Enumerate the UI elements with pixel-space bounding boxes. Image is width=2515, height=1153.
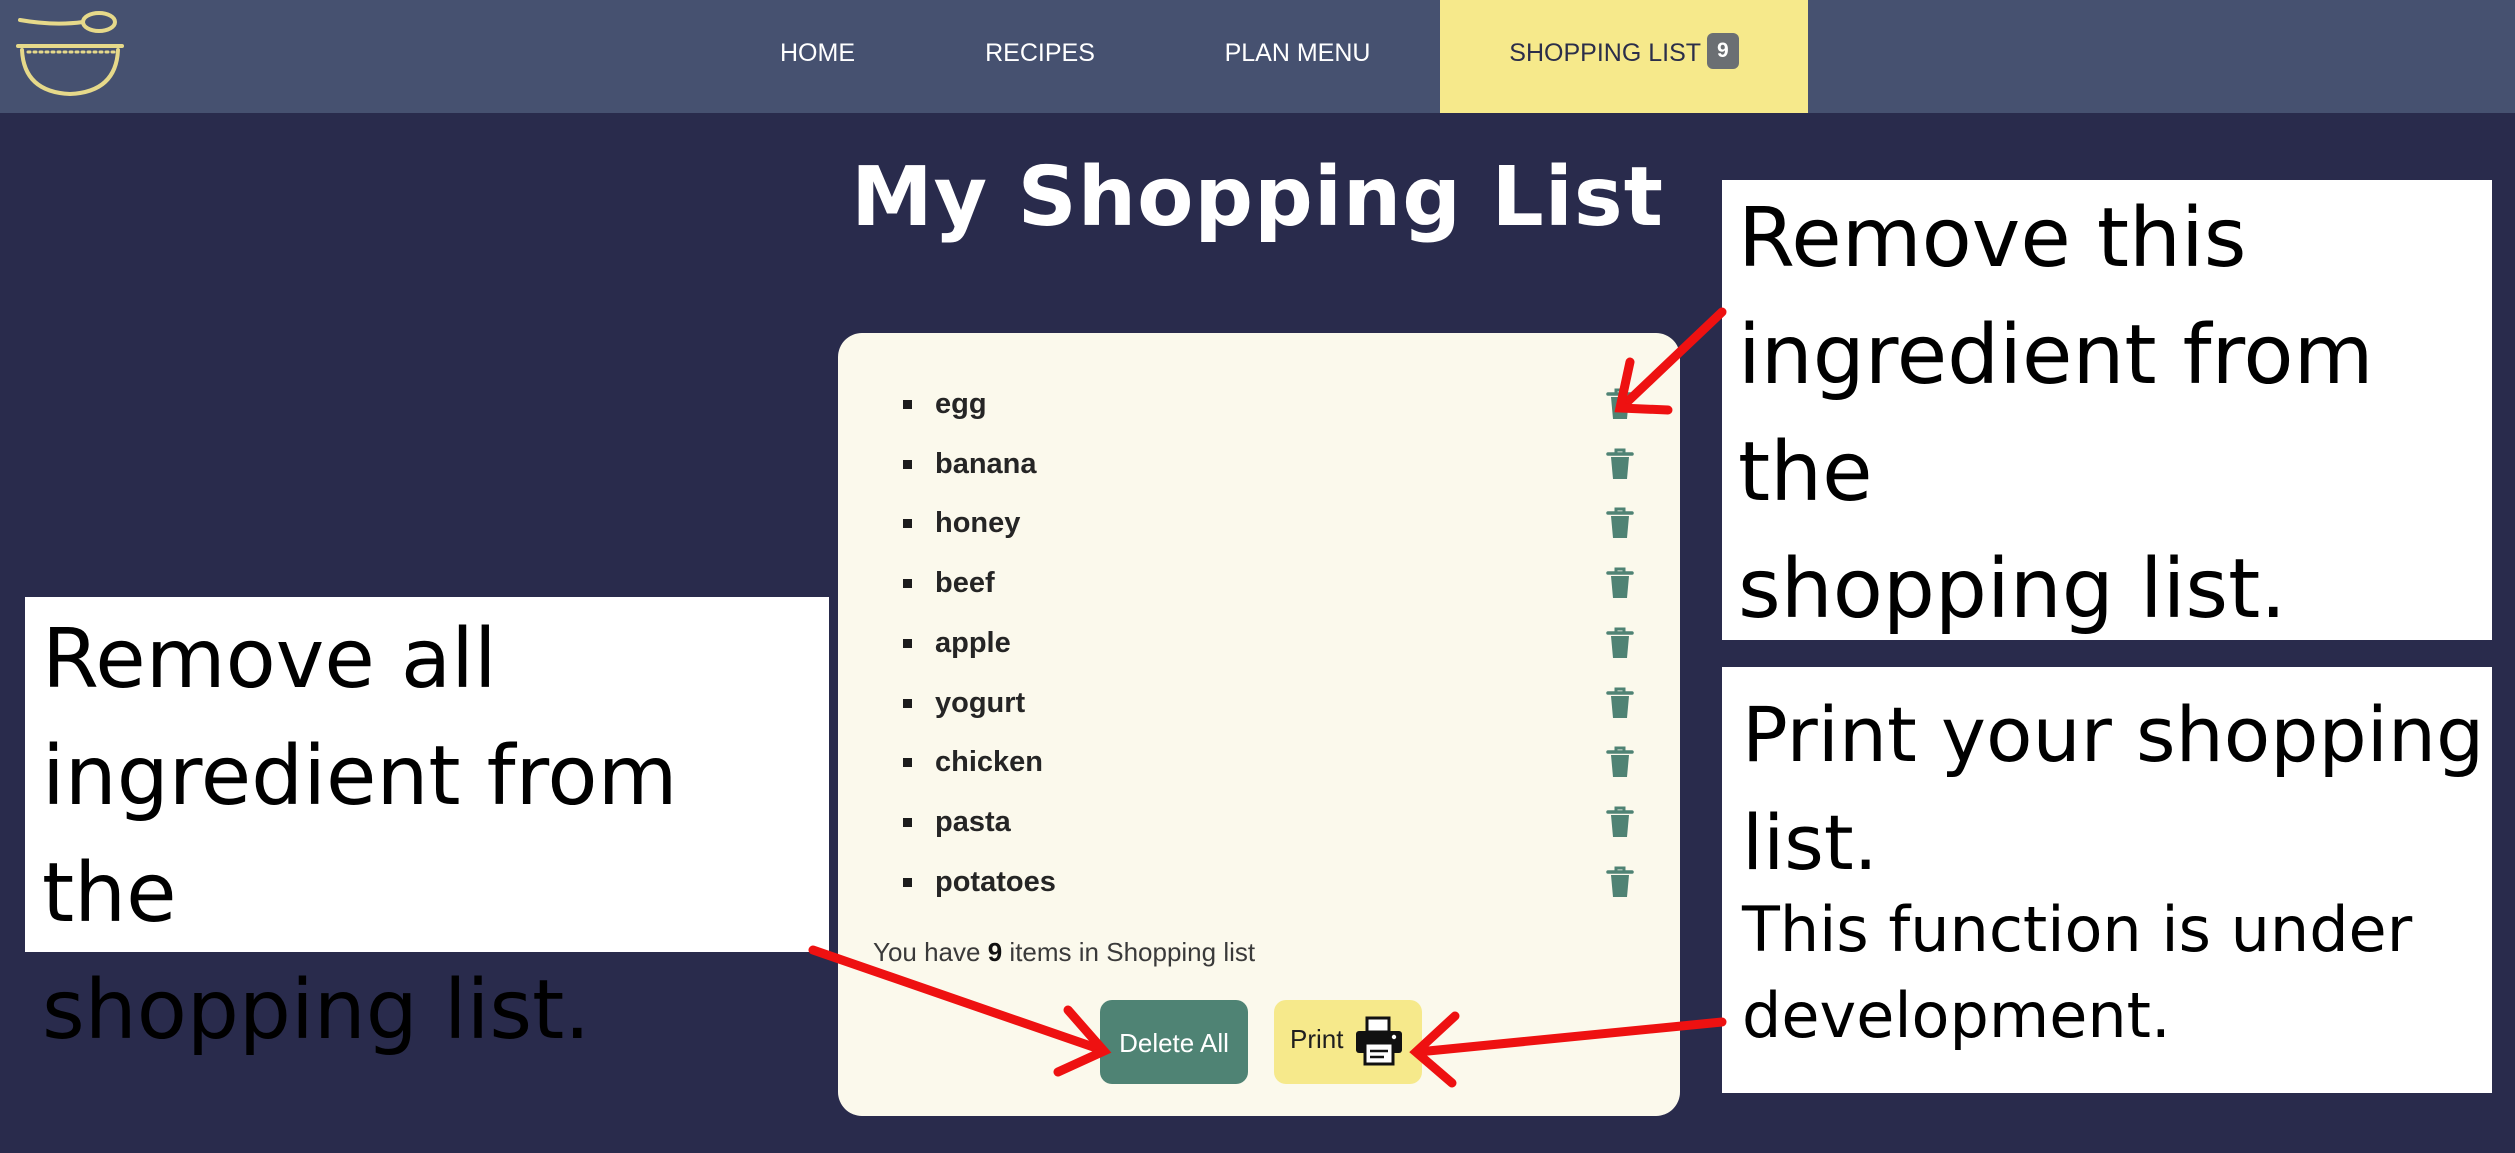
nav-recipes-link[interactable]: RECIPES — [970, 0, 1110, 113]
bullet-icon — [903, 519, 912, 529]
list-item-label: chicken — [935, 746, 1043, 779]
trash-icon[interactable] — [1606, 386, 1634, 420]
print-button-label: Print — [1290, 1024, 1344, 1054]
bullet-icon — [903, 758, 912, 768]
shopping-list-card: egg banana honey beef apple yogurt chicken past… — [838, 333, 1680, 1116]
bullet-icon — [903, 638, 912, 648]
annotation-remove-ingredient: Remove this ingredient from the shopping… — [1722, 180, 2492, 640]
list-item-label: egg — [935, 388, 987, 420]
trash-icon[interactable] — [1606, 446, 1634, 480]
list-item: potatoes — [838, 858, 1680, 908]
list-item: yogurt — [838, 679, 1680, 729]
annotation-remove-ingredient-text: Remove this ingredient from the shopping… — [1738, 191, 2374, 637]
list-item-label: honey — [935, 507, 1021, 540]
list-item-label: potatoes — [935, 865, 1056, 898]
annotation-remove-all-text: Remove all ingredient from the shopping … — [42, 612, 678, 1058]
list-item-label: banana — [935, 447, 1037, 480]
trash-icon[interactable] — [1606, 625, 1634, 659]
list-item-label: pasta — [935, 805, 1011, 838]
trash-icon[interactable] — [1606, 864, 1634, 898]
list-item: banana — [838, 440, 1680, 490]
bullet-icon — [903, 579, 912, 589]
bullet-icon — [903, 817, 912, 827]
shopping-count-badge: 9 — [1707, 33, 1739, 70]
list-item: apple — [838, 619, 1680, 669]
trash-icon[interactable] — [1606, 505, 1634, 539]
trash-icon[interactable] — [1606, 744, 1634, 778]
nav-home-link[interactable]: HOME — [750, 0, 885, 113]
delete-all-button[interactable]: Delete All — [1100, 1000, 1248, 1084]
summary-count: 9 — [987, 937, 1003, 967]
bullet-icon — [903, 459, 912, 469]
shopping-list-summary: You have 9 items in Shopping list — [873, 937, 1255, 968]
bullet-icon — [903, 698, 912, 708]
nav-plan-menu-link[interactable]: PLAN MENU — [1200, 0, 1395, 113]
list-item: pasta — [838, 798, 1680, 848]
annotation-print: Print your shopping list. This function … — [1722, 667, 2492, 1093]
list-item: honey — [838, 499, 1680, 549]
summary-prefix: You have — [873, 937, 981, 967]
nav-shopping-list-label: SHOPPING LIST — [1509, 39, 1702, 67]
bullet-icon — [903, 877, 912, 887]
bullet-icon — [903, 400, 912, 409]
printer-icon — [1356, 1016, 1402, 1066]
print-button[interactable]: Print — [1274, 1000, 1422, 1084]
bowl-logo-icon[interactable] — [14, 6, 126, 98]
list-item-label: yogurt — [935, 686, 1026, 719]
annotation-print-title: Print your shopping list. — [1742, 690, 2485, 887]
trash-icon[interactable] — [1606, 565, 1634, 599]
list-item: chicken — [838, 738, 1680, 788]
summary-suffix: items in Shopping list — [1009, 937, 1256, 967]
list-item: beef — [838, 559, 1680, 609]
annotation-print-note: This function is under development. — [1742, 893, 2413, 1052]
trash-icon[interactable] — [1606, 804, 1634, 838]
list-item: egg — [838, 380, 1680, 430]
list-item-label: beef — [935, 567, 995, 600]
nav-shopping-list-link[interactable]: SHOPPING LIST 9 — [1440, 0, 1808, 113]
trash-icon[interactable] — [1606, 685, 1634, 719]
list-item-label: apple — [935, 626, 1011, 659]
annotation-remove-all: Remove all ingredient from the shopping … — [25, 597, 829, 1058]
top-navigation: HOME RECIPES PLAN MENU SHOPPING LIST 9 — [0, 0, 2515, 113]
